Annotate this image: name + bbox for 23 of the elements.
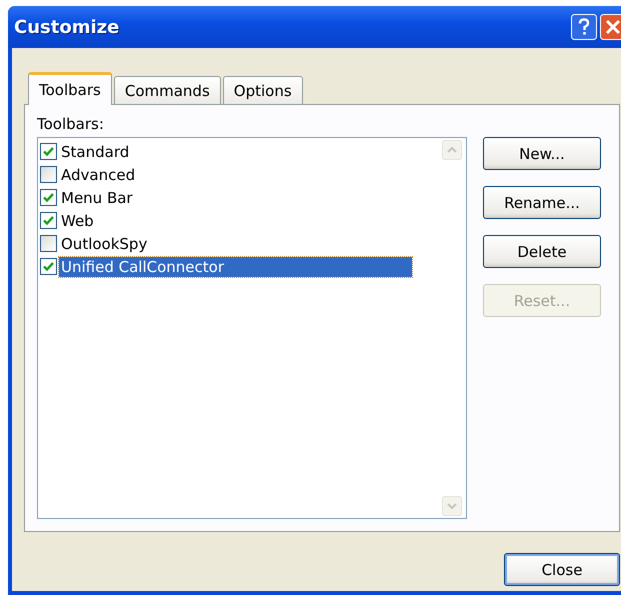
toolbar-item[interactable]: Web (59, 210, 96, 230)
tab[interactable]: Commands (114, 76, 221, 104)
toolbar-item[interactable]: Unified CallConnector (59, 256, 412, 276)
close-icon[interactable] (600, 14, 621, 40)
checkbox[interactable] (40, 143, 57, 160)
side-button[interactable]: Rename... (483, 186, 601, 219)
checkbox[interactable] (40, 212, 57, 229)
toolbar-item[interactable]: OutlookSpy (59, 234, 150, 254)
toolbars-label: Toolbars: (37, 115, 105, 133)
toolbar-item[interactable]: Menu Bar (59, 188, 135, 208)
checkbox[interactable] (40, 189, 57, 206)
checkbox[interactable] (40, 166, 57, 183)
side-button[interactable]: Delete (483, 235, 601, 268)
toolbar-item[interactable]: Advanced (59, 164, 138, 184)
checkbox[interactable] (40, 235, 57, 252)
side-button[interactable]: New... (483, 137, 601, 170)
tab[interactable]: Toolbars (28, 72, 112, 105)
window-title: Customize (14, 16, 120, 38)
checkbox[interactable] (40, 258, 57, 275)
toolbar-item[interactable]: Standard (59, 142, 132, 162)
tab[interactable]: Options (222, 76, 303, 104)
close-button[interactable]: Close (504, 553, 620, 586)
help-icon[interactable] (571, 14, 597, 40)
